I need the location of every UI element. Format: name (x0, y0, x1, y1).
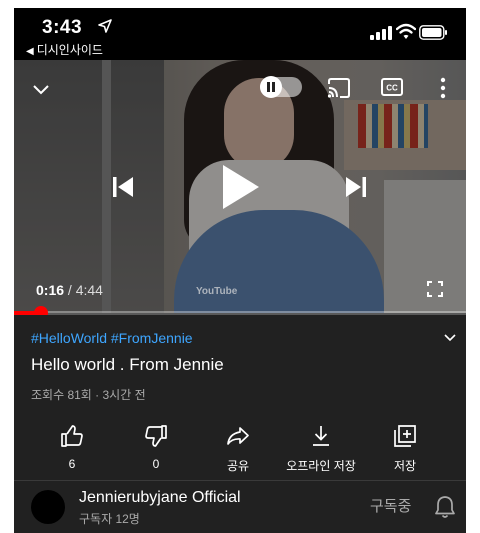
status-time: 3:43 (42, 17, 83, 38)
subscribed-button[interactable]: 구독중 (370, 495, 411, 516)
video-meta: 조회수 81회 · 3시간 전 (31, 388, 146, 402)
play-icon[interactable] (221, 164, 261, 210)
next-video-icon[interactable] (344, 175, 368, 199)
video-player[interactable]: CC 0:16 / 4:44 YouTube (14, 60, 466, 313)
save-label: 저장 (393, 459, 417, 473)
svg-text:CC: CC (386, 84, 398, 93)
autoplay-knob (260, 76, 282, 98)
thumbs-down-icon (145, 425, 167, 447)
cast-icon[interactable] (327, 78, 351, 98)
hashtags-link[interactable]: #HelloWorld #FromJennie (31, 330, 193, 346)
channel-row[interactable]: Jennierubyjane Official 구독자 12명 구독중 (14, 481, 466, 533)
save-button[interactable]: 저장 (355, 417, 455, 474)
download-icon (313, 426, 329, 446)
location-arrow-icon (98, 19, 112, 33)
battery-icon (419, 25, 447, 40)
video-details: #HelloWorld #FromJennie Hello world . Fr… (14, 315, 466, 533)
youtube-watermark: YouTube (196, 286, 238, 297)
action-bar: 6 0 공유 오프라인 저장 저장 (14, 417, 466, 475)
share-icon (227, 427, 249, 445)
back-to-app-link[interactable]: ◀ 디시인사이드 (26, 41, 103, 58)
video-duration: 4:44 (75, 282, 103, 298)
collapse-chevron-icon[interactable] (32, 84, 50, 96)
phone-screen: 3:43 ◀ 디시인사이드 CC 0:16 / 4:44 YouTube #He… (14, 8, 466, 533)
autoplay-toggle[interactable] (260, 76, 302, 98)
channel-avatar[interactable] (31, 490, 65, 524)
thumbs-up-icon (61, 425, 83, 447)
notification-bell-icon[interactable] (434, 495, 456, 519)
expand-description-icon[interactable] (444, 334, 456, 342)
current-time: 0:16 (36, 282, 65, 298)
wifi-icon (396, 23, 416, 39)
back-triangle-icon: ◀ (26, 46, 34, 57)
save-playlist-icon (394, 425, 416, 447)
more-options-icon[interactable] (440, 77, 446, 99)
time-display: 0:16 / 4:44 (36, 282, 103, 298)
channel-name[interactable]: Jennierubyjane Official (79, 489, 241, 507)
cellular-signal-icon (370, 26, 392, 40)
previous-video-icon[interactable] (111, 175, 135, 199)
video-title: Hello world . From Jennie (31, 355, 224, 374)
captions-icon[interactable]: CC (381, 78, 403, 96)
fullscreen-icon[interactable] (427, 281, 443, 297)
subscriber-count: 구독자 12명 (79, 512, 140, 526)
back-app-label: 디시인사이드 (36, 43, 103, 57)
status-bar: 3:43 ◀ 디시인사이드 (14, 8, 466, 60)
